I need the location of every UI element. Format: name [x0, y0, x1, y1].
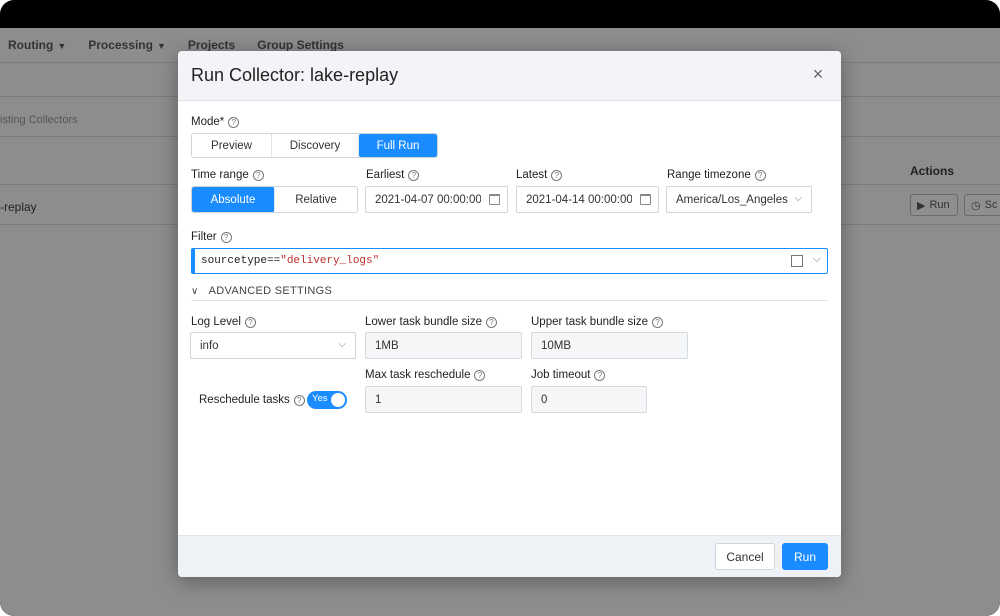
- lower-bundle-input[interactable]: 1MB: [365, 332, 522, 359]
- nav-routing[interactable]: Routing ▼: [8, 38, 66, 52]
- expand-editor-icon[interactable]: [791, 255, 803, 267]
- range-timezone-label: Range timezone?: [667, 169, 766, 181]
- help-icon[interactable]: ?: [228, 116, 240, 128]
- calendar-icon[interactable]: [489, 194, 500, 205]
- filter-string: "delivery_logs": [280, 255, 380, 267]
- help-icon[interactable]: ?: [220, 231, 232, 243]
- upper-bundle-input[interactable]: 10MB: [531, 332, 688, 359]
- help-icon[interactable]: ?: [408, 169, 420, 181]
- help-icon[interactable]: ?: [293, 394, 305, 406]
- mode-option-preview[interactable]: Preview: [192, 134, 272, 157]
- help-icon[interactable]: ?: [754, 169, 766, 181]
- max-reschedule-input[interactable]: 1: [365, 386, 522, 413]
- job-timeout-input[interactable]: 0: [531, 386, 647, 413]
- chevron-down-icon: ⌵: [794, 193, 802, 204]
- help-icon[interactable]: ?: [474, 369, 486, 381]
- mode-segmented-control: Preview Discovery Full Run: [191, 133, 438, 158]
- close-icon[interactable]: ×: [807, 63, 829, 85]
- latest-input[interactable]: 2021-04-14 00:00:00: [516, 186, 659, 213]
- chevron-down-icon: ⌵: [338, 339, 346, 350]
- time-range-option-relative[interactable]: Relative: [275, 187, 357, 212]
- timezone-value: America/Los_Angeles: [676, 193, 788, 206]
- filter-label: Filter?: [191, 231, 232, 243]
- help-icon[interactable]: ?: [551, 169, 563, 181]
- filter-expression-input[interactable]: sourcetype == "delivery_logs" ⌵: [191, 248, 828, 274]
- time-range-label: Time range?: [191, 169, 264, 181]
- upper-bundle-label: Upper task bundle size?: [531, 316, 663, 328]
- calendar-icon[interactable]: [640, 194, 651, 205]
- collector-row-name[interactable]: -replay: [0, 200, 37, 214]
- filter-key: sourcetype: [201, 255, 268, 267]
- window-frame: Routing ▼ Processing ▼ Projects Group Sett…: [0, 0, 1000, 616]
- modal-footer: Cancel Run: [178, 535, 841, 577]
- help-icon[interactable]: ?: [594, 369, 606, 381]
- toggle-knob: [331, 393, 345, 407]
- modal-header: Run Collector: lake-replay ×: [178, 51, 841, 101]
- advanced-settings-toggle[interactable]: ∨ ADVANCED SETTINGS: [191, 285, 828, 301]
- modal-title: Run Collector: lake-replay: [191, 65, 399, 85]
- upper-bundle-value: 10MB: [541, 339, 572, 352]
- earliest-label: Earliest?: [366, 169, 420, 181]
- latest-label: Latest?: [516, 169, 563, 181]
- filter-operator: ==: [267, 255, 281, 267]
- mode-label: Mode*?: [191, 116, 240, 128]
- nav-processing[interactable]: Processing ▼: [88, 38, 166, 52]
- help-icon[interactable]: ?: [252, 169, 264, 181]
- toggle-text: Yes: [312, 393, 328, 404]
- mode-option-discovery[interactable]: Discovery: [272, 134, 359, 157]
- reschedule-tasks-label: Reschedule tasks?: [199, 394, 305, 406]
- job-timeout-value: 0: [541, 393, 548, 406]
- caret-down-icon: ▼: [57, 41, 67, 51]
- nav-projects[interactable]: Projects: [188, 38, 235, 52]
- cancel-button[interactable]: Cancel: [715, 543, 775, 570]
- clock-icon: ◷: [971, 199, 981, 212]
- run-collector-modal: Run Collector: lake-replay × Mode*? Prev…: [178, 51, 841, 577]
- help-icon[interactable]: ?: [651, 316, 663, 328]
- chevron-down-icon[interactable]: ⌵: [813, 253, 821, 266]
- chevron-down-icon: ∨: [191, 286, 199, 297]
- help-icon[interactable]: ?: [244, 316, 256, 328]
- lower-bundle-value: 1MB: [375, 339, 399, 352]
- log-level-label: Log Level?: [191, 316, 256, 328]
- log-level-value: info: [200, 339, 219, 352]
- max-reschedule-value: 1: [375, 393, 382, 406]
- log-level-select[interactable]: info ⌵: [190, 332, 356, 359]
- job-timeout-label: Job timeout?: [531, 369, 606, 381]
- caret-down-icon: ▼: [156, 41, 166, 51]
- time-range-segmented-control: Absolute Relative: [191, 186, 358, 213]
- range-timezone-select[interactable]: America/Los_Angeles ⌵: [666, 186, 812, 213]
- nav-group-settings[interactable]: Group Settings: [257, 38, 344, 52]
- earliest-input[interactable]: 2021-04-07 00:00:00: [365, 186, 508, 213]
- max-reschedule-label: Max task reschedule?: [365, 369, 486, 381]
- earliest-value: 2021-04-07 00:00:00: [375, 193, 481, 206]
- actions-column-header: Actions: [910, 164, 955, 178]
- advanced-settings-label: ADVANCED SETTINGS: [208, 285, 333, 297]
- row-run-button[interactable]: ▶ Run: [910, 194, 958, 216]
- reschedule-tasks-toggle[interactable]: Yes: [307, 391, 347, 409]
- play-icon: ▶: [917, 199, 926, 212]
- row-schedule-button[interactable]: ◷ Sc: [964, 194, 1000, 216]
- mode-option-full-run[interactable]: Full Run: [359, 134, 437, 157]
- latest-value: 2021-04-14 00:00:00: [526, 193, 632, 206]
- lower-bundle-label: Lower task bundle size?: [365, 316, 497, 328]
- collector-search-input[interactable]: isting Collectors: [0, 114, 78, 126]
- run-button[interactable]: Run: [782, 543, 828, 570]
- time-range-option-absolute[interactable]: Absolute: [192, 187, 275, 212]
- help-icon[interactable]: ?: [485, 316, 497, 328]
